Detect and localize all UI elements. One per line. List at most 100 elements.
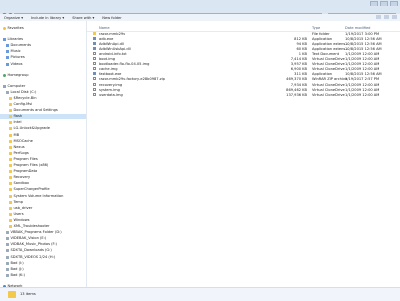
nav-item[interactable]: MSOCache xyxy=(9,139,33,144)
nav-item-label: Documents xyxy=(10,43,32,48)
nav-item-label: Computer xyxy=(7,83,26,88)
nav-item-label: SDXTA_Downloads (G:) xyxy=(10,248,52,253)
library-icon xyxy=(6,44,9,48)
column-type[interactable]: Type xyxy=(312,26,320,31)
file-icon xyxy=(93,62,96,66)
nav-item[interactable]: Libraries xyxy=(3,37,23,42)
folder-icon xyxy=(9,212,12,216)
drive-icon xyxy=(6,237,9,241)
help-icon[interactable] xyxy=(392,15,397,19)
file-icon xyxy=(93,52,96,56)
folder-icon xyxy=(9,170,12,174)
new-folder-button[interactable]: New folder xyxy=(98,16,125,20)
file-row[interactable]: razor-mmb29v-factory-e28b0987.zip 469,370… xyxy=(87,77,400,82)
share-with-button[interactable]: Share with ▾ xyxy=(68,16,98,20)
nav-item-label: Homegroup xyxy=(7,72,29,77)
nav-item[interactable]: Nexus xyxy=(9,145,25,150)
file-date: 1/1/2009 12:00 AM xyxy=(345,52,380,57)
application-icon xyxy=(93,47,96,51)
column-name[interactable]: Name xyxy=(99,26,110,31)
application-icon xyxy=(93,42,96,46)
nav-item[interactable]: PerfLogs xyxy=(9,151,29,156)
nav-item-label: Videos xyxy=(10,61,23,66)
nav-item-label: VIDEBAK_Vision (E:) xyxy=(10,236,47,241)
nav-item[interactable]: $Recycle.Bin xyxy=(9,96,37,101)
nav-item[interactable]: Bad (J:) xyxy=(6,267,24,272)
nav-item[interactable]: Config.Msi xyxy=(9,102,32,107)
file-row[interactable]: userdata.img 137,936 KB Virtual CloneDrive… xyxy=(87,92,400,98)
nav-item[interactable]: VIDEBAK_Vision (E:) xyxy=(6,236,46,241)
nav-item[interactable]: Program Files xyxy=(9,157,38,162)
nav-item[interactable]: XML_Troubleshooter xyxy=(9,224,50,229)
nav-item[interactable]: Recovery xyxy=(9,175,30,180)
library-icon xyxy=(6,50,9,54)
nav-item[interactable]: Documents and Settings xyxy=(9,108,58,113)
nav-item[interactable]: SDXTB_VIDEOS 2/24 (H:) xyxy=(6,255,55,260)
folder-icon xyxy=(9,151,12,155)
nav-item[interactable]: Pictures xyxy=(6,55,25,60)
nav-item[interactable]: ProgramData xyxy=(9,169,37,174)
folder-icon xyxy=(9,225,12,228)
file-icon xyxy=(93,57,96,61)
nav-item-label: SuperChargerProfile xyxy=(13,187,50,192)
file-date: 1/19/2017 2:57 PM xyxy=(345,77,380,82)
nav-item[interactable]: SuperChargerProfile xyxy=(9,187,50,192)
nav-item[interactable]: Documents xyxy=(6,43,31,48)
nav-item[interactable]: Users xyxy=(9,212,24,217)
file-date: 1/1/2009 12:00 AM xyxy=(345,92,380,97)
nav-item[interactable]: Local Disk (C:) xyxy=(6,90,36,95)
nav-item[interactable]: Temp xyxy=(9,200,23,205)
nav-item-label: $Recycle.Bin xyxy=(13,95,37,100)
nav-item-label: Intel xyxy=(13,120,22,125)
nav-item[interactable]: MB xyxy=(9,133,19,138)
nav-item-label: PerfLogs xyxy=(13,150,29,155)
folder-icon xyxy=(9,115,12,119)
preview-pane-icon[interactable] xyxy=(384,15,389,19)
nav-item[interactable]: VIDBAK_Music_Photos (F:) xyxy=(6,242,57,247)
nav-item-label: MSOCache xyxy=(13,138,33,143)
column-date[interactable]: Date modified xyxy=(345,26,370,31)
file-name: razor-mmb29v-factory-e28b0987.zip xyxy=(99,77,165,82)
library-icon xyxy=(6,56,9,60)
file-size: 137,936 KB xyxy=(286,92,307,97)
folder-icon xyxy=(9,103,12,106)
nav-item[interactable]: Intel xyxy=(9,120,21,125)
nav-item[interactable]: Bad (I:) xyxy=(6,261,24,266)
nav-item[interactable]: Videos xyxy=(6,62,22,67)
nav-item-label: VBBAK_Programs Folder (D:) xyxy=(10,230,62,235)
folder-icon xyxy=(9,145,12,149)
include-in-library-button[interactable]: Include in library ▾ xyxy=(27,16,68,20)
nav-item-label: usb_driver xyxy=(13,205,33,210)
file-icon xyxy=(93,87,96,91)
file-list: Name Type Date modified razor-mmb29v File… xyxy=(87,21,400,287)
drive-icon xyxy=(6,249,9,253)
explorer-window: Computer › Local Disk (C:) › flash Searc… xyxy=(0,0,400,301)
file-type: Text Document xyxy=(312,52,340,57)
nav-item[interactable]: Homegroup xyxy=(3,73,29,78)
nav-item[interactable]: flash xyxy=(0,114,86,120)
nav-item[interactable]: VBBAK_Programs Folder (D:) xyxy=(6,230,62,235)
file-row[interactable]: android-info.txt 1 KB Text Document 1/1/200… xyxy=(87,52,400,57)
nav-item[interactable]: Bad (K:) xyxy=(6,273,25,278)
file-type: WinRAR ZIP archive xyxy=(312,77,348,82)
nav-item-label: LG-Unlock&Upgrade xyxy=(13,126,50,131)
application-icon xyxy=(93,37,96,41)
nav-item[interactable]: usb_driver xyxy=(9,206,32,211)
nav-item[interactable]: Computer xyxy=(3,84,25,89)
change-view-icon[interactable] xyxy=(376,15,381,19)
nav-item[interactable]: SDXTA_Downloads (G:) xyxy=(6,248,52,253)
nav-item[interactable]: Favorites xyxy=(3,26,24,31)
nav-item[interactable]: System Volume Information xyxy=(9,194,63,199)
nav-item[interactable]: Windows xyxy=(9,218,30,223)
nav-item-label: Recovery xyxy=(13,175,31,180)
organize-button[interactable]: Organize ▾ xyxy=(0,16,27,20)
nav-item[interactable]: Sandbox xyxy=(9,181,29,186)
nav-item[interactable]: LG-Unlock&Upgrade xyxy=(9,126,50,131)
drive-icon xyxy=(6,231,9,235)
folder-icon xyxy=(9,164,12,167)
nav-item[interactable]: Program Files (x86) xyxy=(9,163,48,168)
nav-item-label: Program Files xyxy=(13,156,38,161)
nav-item[interactable]: Music xyxy=(6,49,21,54)
file-name: userdata.img xyxy=(99,92,123,97)
drive-icon xyxy=(6,90,9,94)
